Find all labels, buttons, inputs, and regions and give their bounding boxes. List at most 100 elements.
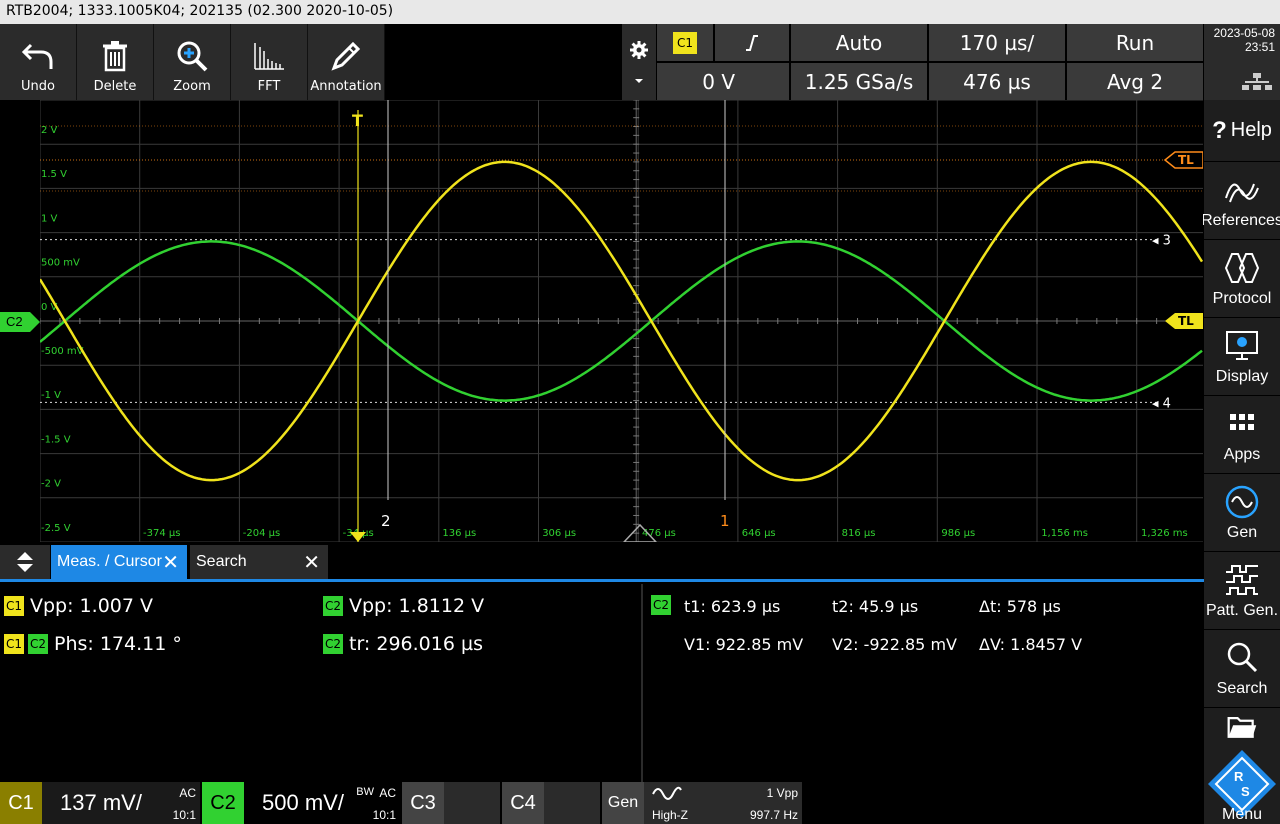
help-button[interactable]: ? Help xyxy=(1204,100,1280,162)
zoom-button[interactable]: Zoom xyxy=(154,24,231,100)
undo-label: Undo xyxy=(21,79,55,94)
x-axis-label: 816 µs xyxy=(842,528,876,539)
undo-icon xyxy=(21,43,53,69)
x-axis-label: 1,326 ms xyxy=(1141,528,1188,539)
fft-button[interactable]: FFT xyxy=(231,24,308,100)
c2-bw: BW xyxy=(356,786,374,798)
tab-meas-cursor[interactable]: Meas. / Cursor ✕ xyxy=(51,545,187,579)
sample-rate[interactable]: 1.25 GSa/s xyxy=(791,63,927,100)
channel-c4[interactable]: C4 xyxy=(502,782,600,824)
horizontal-position[interactable]: 476 µs xyxy=(929,63,1065,100)
x-axis-label: -374 µs xyxy=(143,528,180,539)
phase-measurement[interactable]: C1 C2 Phs: 174.11 ° xyxy=(4,633,182,655)
cursor-panel: C2 t1: 623.9 µs t2: 45.9 µs Δt: 578 µs V… xyxy=(641,584,1204,782)
search-menu-button[interactable]: Search xyxy=(1204,630,1280,708)
trigger-source-badge: C1 xyxy=(673,31,697,54)
undo-button[interactable]: Undo xyxy=(0,24,77,100)
cursor-source-badge[interactable]: C2 xyxy=(651,595,671,615)
help-icon: ? xyxy=(1212,116,1227,144)
c1-name: C1 xyxy=(0,782,42,824)
folder-icon xyxy=(1227,716,1257,738)
run-state[interactable]: Run xyxy=(1067,24,1203,61)
zoom-icon xyxy=(177,41,208,72)
help-label: Help xyxy=(1230,119,1272,141)
patt-gen-button[interactable]: Patt. Gen. xyxy=(1204,552,1280,630)
display-button[interactable]: Display xyxy=(1204,318,1280,396)
gen-button[interactable]: Gen xyxy=(1204,474,1280,552)
scope-screen[interactable]: 2 V 1.5 V1 V 500 mV 0 V -500 mV -1 V -1.5 V -2 … xyxy=(38,99,1237,543)
tab-meas-cursor-label: Meas. / Cursor xyxy=(57,553,162,570)
search-icon xyxy=(1227,642,1258,672)
gen-label: Gen xyxy=(1226,523,1258,541)
trigger-source-cell[interactable]: C1 xyxy=(657,24,713,61)
protocol-icon xyxy=(1224,252,1260,283)
protocol-button[interactable]: Protocol xyxy=(1204,240,1280,318)
gear-icon xyxy=(630,41,648,59)
c2-vpp-value: Vpp: 1.8112 V xyxy=(349,595,485,617)
references-button[interactable]: References xyxy=(1201,162,1280,240)
patt-gen-label: Patt. Gen. xyxy=(1205,601,1279,619)
time: 23:51 xyxy=(1244,40,1275,54)
close-icon[interactable]: ✕ xyxy=(303,550,320,575)
apps-button[interactable]: Apps xyxy=(1204,396,1280,474)
rising-edge-icon xyxy=(746,34,758,51)
channel-c1[interactable]: C1 137 mV/ AC 10:1 xyxy=(0,782,200,824)
c1-vpp-value: Vpp: 1.007 V xyxy=(30,595,153,617)
annotation-button[interactable]: Annotation xyxy=(308,24,385,100)
svg-text:R: R xyxy=(1234,769,1244,784)
channel-c3[interactable]: C3 xyxy=(402,782,500,824)
cursor-dt: Δt: 578 µs xyxy=(979,597,1061,616)
trash-icon xyxy=(103,41,127,72)
c2-name: C2 xyxy=(202,782,244,824)
trigger-slope-cell[interactable] xyxy=(715,24,789,61)
tab-search[interactable]: Search ✕ xyxy=(190,545,328,579)
channel-bar: C1 137 mV/ AC 10:1 C2 500 mV/ BW AC 10:1… xyxy=(0,782,1204,824)
apps-icon xyxy=(1230,413,1254,430)
acquisition-mode[interactable]: Avg 2 xyxy=(1067,63,1203,100)
trigger-marker: T xyxy=(352,111,363,130)
fft-icon xyxy=(254,43,284,70)
generator-status[interactable]: Gen High-Z 1 Vpp 997.7 Hz xyxy=(602,782,802,824)
close-icon[interactable]: ✕ xyxy=(162,550,179,575)
menu-button[interactable]: R S Menu xyxy=(1204,746,1280,824)
y-axis-label: 500 mV xyxy=(41,258,80,269)
c1-vpp-measurement[interactable]: C1 Vpp: 1.007 V xyxy=(4,595,153,617)
search-menu-label: Search xyxy=(1216,679,1268,697)
waveform-display: 2 V1.5 V1 V500 mV0 V-500 mV-1 V-1.5 V-2 … xyxy=(38,99,1237,543)
file-button[interactable] xyxy=(1204,708,1280,750)
clock: 2023-05-08 23:51 xyxy=(1204,24,1280,100)
c2-rise-time-measurement[interactable]: C2 tr: 296.016 µs xyxy=(323,633,483,655)
panel-toggle-button[interactable] xyxy=(0,545,50,579)
gen-load: High-Z xyxy=(652,808,689,822)
delete-button[interactable]: Delete xyxy=(77,24,154,100)
references-icon xyxy=(1225,183,1259,202)
c2-vpp-measurement[interactable]: C2 Vpp: 1.8112 V xyxy=(323,595,484,617)
c1-badge: C1 xyxy=(4,596,24,616)
settings-button[interactable] xyxy=(622,24,656,100)
date: 2023-05-08 xyxy=(1213,26,1275,40)
c2-badge: C2 xyxy=(28,634,48,654)
updown-arrows-icon xyxy=(17,552,33,572)
chevron-down-icon xyxy=(635,79,643,83)
c1-scale: 137 mV/ AC 10:1 xyxy=(42,782,200,824)
timebase[interactable]: 170 µs/ xyxy=(929,24,1065,61)
trigger-level[interactable]: 0 V xyxy=(657,63,789,100)
side-menu: ? Help References Protocol Display Apps … xyxy=(1201,100,1280,824)
trigger-mode[interactable]: Auto xyxy=(791,24,927,61)
trigger-level-tag-upper-label: TL xyxy=(1178,153,1194,167)
c2-offset-marker-label: C2 xyxy=(6,314,23,329)
c2-coupling: AC xyxy=(379,786,396,800)
acquisition-panel: C1 Auto 170 µs/ Run 0 V 1.25 GSa/s 476 µ… xyxy=(657,24,1203,100)
x-axis-label: 646 µs xyxy=(742,528,776,539)
c1-badge: C1 xyxy=(4,634,24,654)
y-axis-label: -1.5 V xyxy=(41,434,71,445)
pencil-icon xyxy=(331,41,361,71)
vcursor-1-label: 1 xyxy=(720,512,730,530)
c1-scale-value: 137 mV/ xyxy=(60,790,142,815)
c2-scale: 500 mV/ BW AC 10:1 xyxy=(244,782,400,824)
channel-c2[interactable]: C2 500 mV/ BW AC 10:1 xyxy=(202,782,400,824)
y-axis-label: -1 V xyxy=(41,390,61,401)
cursor-v2: V2: -922.85 mV xyxy=(832,635,957,654)
c1-probe: 10:1 xyxy=(172,808,196,822)
cursor-t2: t2: 45.9 µs xyxy=(832,597,919,616)
